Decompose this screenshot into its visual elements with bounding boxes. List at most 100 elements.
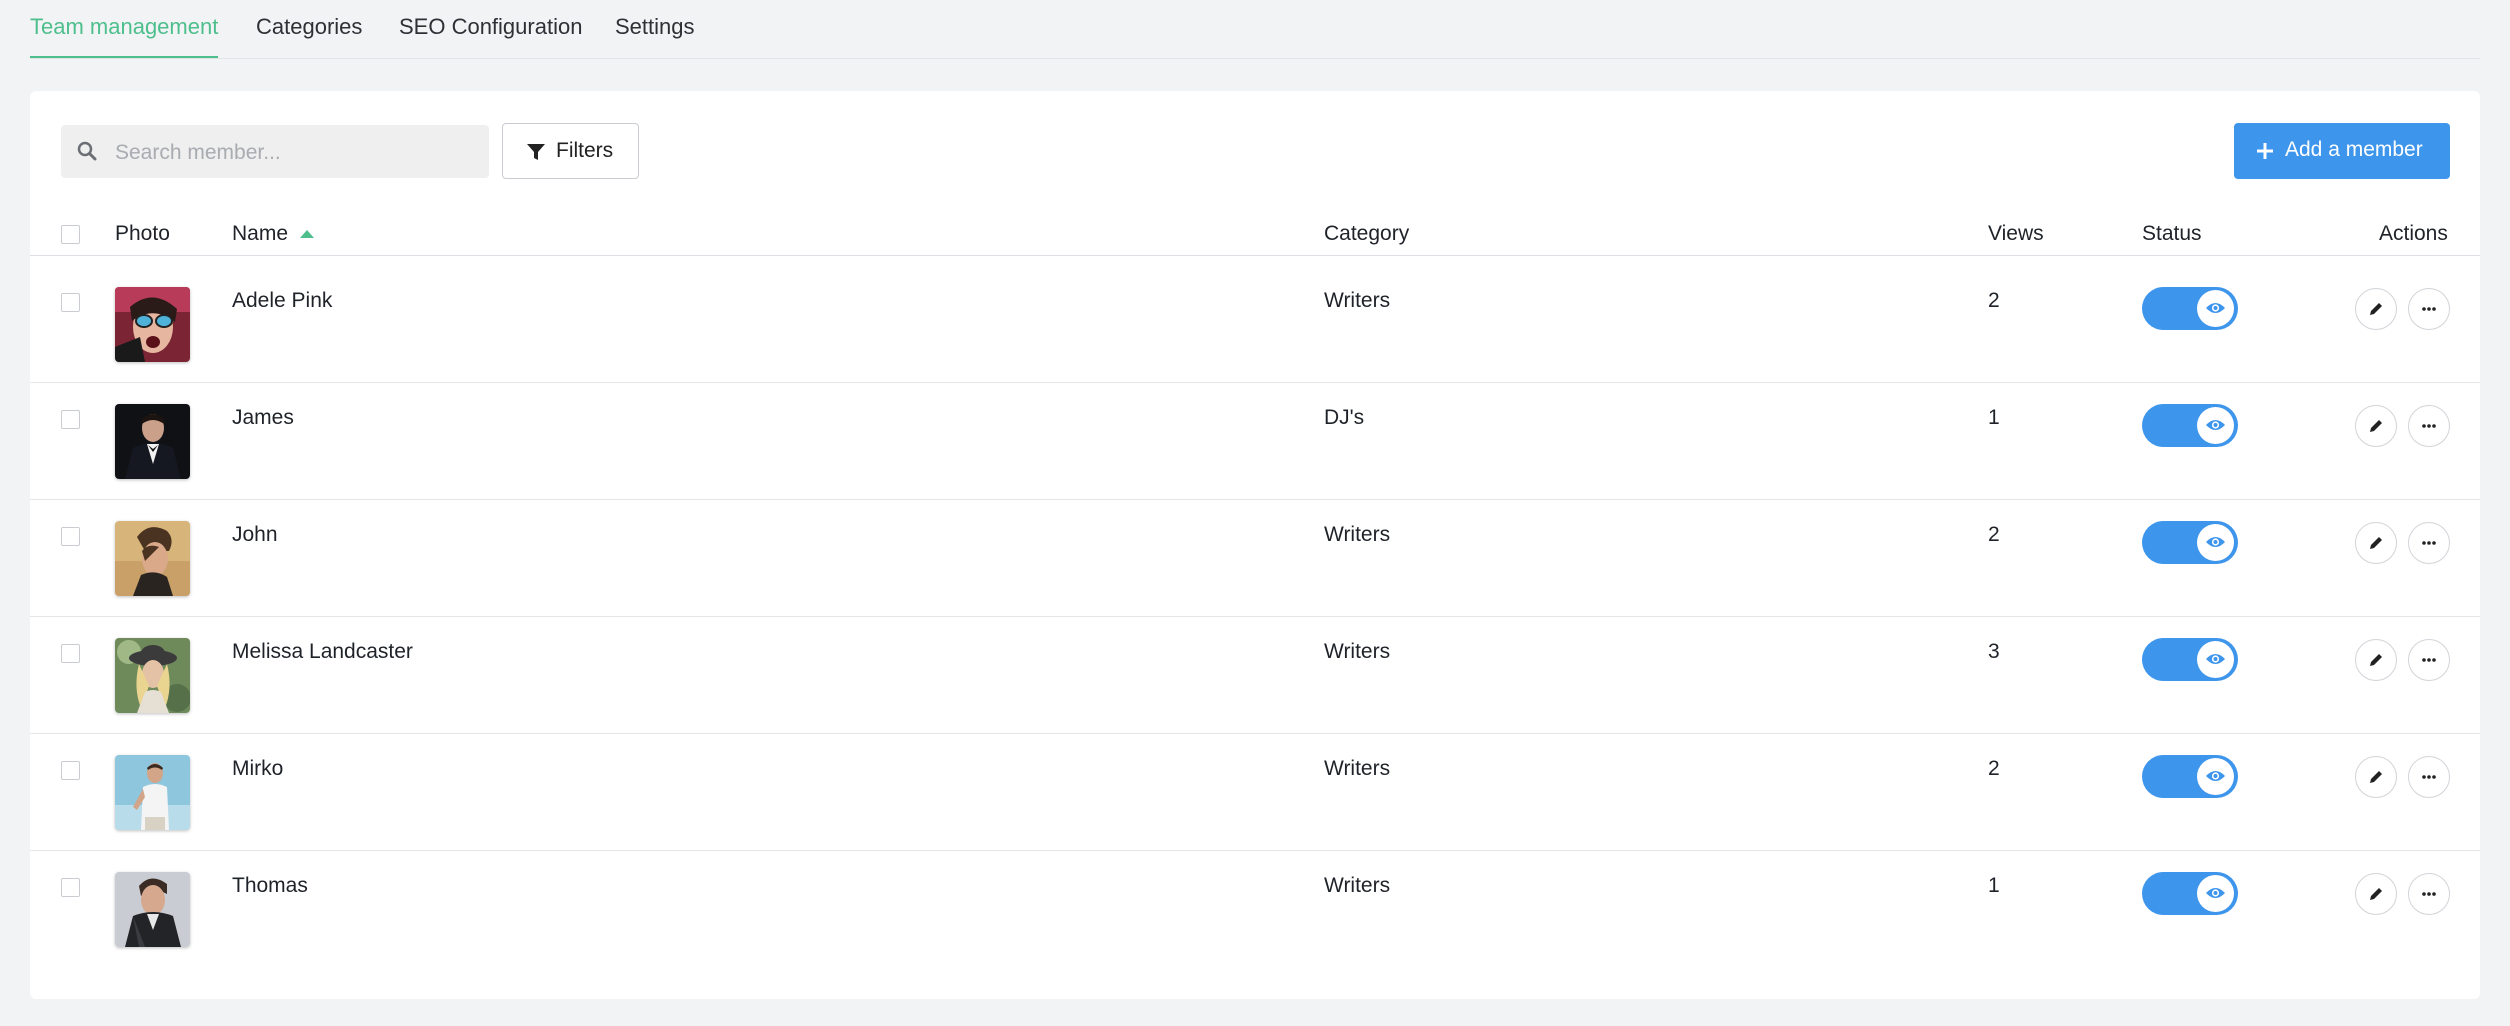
search-box xyxy=(61,125,489,180)
header-views: Views xyxy=(1988,222,2044,245)
avatar xyxy=(115,404,190,479)
ellipsis-icon xyxy=(2422,658,2436,662)
more-options-button[interactable] xyxy=(2408,756,2450,798)
eye-icon xyxy=(2206,771,2225,781)
search-input[interactable] xyxy=(113,125,477,180)
more-options-button[interactable] xyxy=(2408,288,2450,330)
edit-button[interactable] xyxy=(2355,639,2397,681)
status-toggle[interactable] xyxy=(2142,521,2238,564)
toggle-knob xyxy=(2197,407,2234,444)
plus-icon xyxy=(2257,143,2273,159)
member-name: Thomas xyxy=(232,874,308,897)
status-toggle[interactable] xyxy=(2142,404,2238,447)
more-options-button[interactable] xyxy=(2408,873,2450,915)
avatar xyxy=(115,521,190,596)
row-checkbox[interactable] xyxy=(61,527,80,546)
add-member-label: Add a member xyxy=(2285,138,2423,161)
member-name: Melissa Landcaster xyxy=(232,640,413,663)
header-name[interactable]: Name xyxy=(232,222,288,246)
row-checkbox[interactable] xyxy=(61,293,80,312)
tab-settings[interactable]: Settings xyxy=(615,14,695,58)
member-views: 1 xyxy=(1988,406,2000,429)
tab-categories[interactable]: Categories xyxy=(256,14,362,58)
member-name: John xyxy=(232,523,278,546)
table-row: Thomas Writers 1 xyxy=(30,850,2480,967)
edit-button[interactable] xyxy=(2355,522,2397,564)
select-all-checkbox[interactable] xyxy=(61,225,80,244)
filters-label: Filters xyxy=(556,139,614,162)
add-member-button[interactable]: Add a member xyxy=(2234,123,2450,179)
avatar xyxy=(115,638,190,713)
filter-icon xyxy=(527,144,545,160)
header-category: Category xyxy=(1324,222,1410,245)
status-toggle[interactable] xyxy=(2142,872,2238,915)
member-category: Writers xyxy=(1324,874,1391,897)
toggle-knob xyxy=(2197,524,2234,561)
toggle-knob xyxy=(2197,641,2234,678)
team-card: Filters Add a member Photo Name Category… xyxy=(30,91,2480,999)
ellipsis-icon xyxy=(2422,775,2436,779)
edit-button[interactable] xyxy=(2355,405,2397,447)
more-options-button[interactable] xyxy=(2408,639,2450,681)
eye-icon xyxy=(2206,654,2225,664)
header-photo: Photo xyxy=(115,222,170,245)
eye-icon xyxy=(2206,537,2225,547)
status-toggle[interactable] xyxy=(2142,287,2238,330)
table-row: Mirko Writers 2 xyxy=(30,733,2480,851)
ellipsis-icon xyxy=(2422,307,2436,311)
avatar xyxy=(115,287,190,362)
edit-button[interactable] xyxy=(2355,873,2397,915)
toggle-knob xyxy=(2197,290,2234,327)
pencil-icon xyxy=(2370,303,2382,315)
member-name: Adele Pink xyxy=(232,289,333,312)
edit-button[interactable] xyxy=(2355,756,2397,798)
member-category: Writers xyxy=(1324,757,1391,780)
table-row: Adele Pink Writers 2 xyxy=(30,265,2480,383)
table-row: Melissa Landcaster Writers 3 xyxy=(30,616,2480,734)
toggle-knob xyxy=(2197,758,2234,795)
member-views: 2 xyxy=(1988,523,2000,546)
member-category: Writers xyxy=(1324,523,1391,546)
member-views: 2 xyxy=(1988,757,2000,780)
ellipsis-icon xyxy=(2422,424,2436,428)
table-row: John Writers 2 xyxy=(30,499,2480,617)
ellipsis-icon xyxy=(2422,541,2436,545)
filters-button[interactable]: Filters xyxy=(502,123,639,179)
row-checkbox[interactable] xyxy=(61,410,80,429)
table-header: Photo Name Category Views Status Actions xyxy=(30,212,2480,256)
table-row: James DJ's 1 xyxy=(30,382,2480,500)
member-name: Mirko xyxy=(232,757,284,780)
member-views: 2 xyxy=(1988,289,2000,312)
member-views: 3 xyxy=(1988,640,2000,663)
pencil-icon xyxy=(2370,771,2382,783)
eye-icon xyxy=(2206,303,2225,313)
more-options-button[interactable] xyxy=(2408,522,2450,564)
header-status: Status xyxy=(2142,222,2202,245)
row-checkbox[interactable] xyxy=(61,878,80,897)
status-toggle[interactable] xyxy=(2142,638,2238,681)
row-checkbox[interactable] xyxy=(61,761,80,780)
header-actions: Actions xyxy=(2379,222,2448,245)
avatar xyxy=(115,755,190,830)
sort-asc-icon[interactable] xyxy=(300,230,314,238)
pencil-icon xyxy=(2370,654,2382,666)
tab-team-management[interactable]: Team management xyxy=(30,14,219,58)
member-category: DJ's xyxy=(1324,406,1365,429)
toggle-knob xyxy=(2197,875,2234,912)
eye-icon xyxy=(2206,888,2225,898)
tab-bar: Team management Categories SEO Configura… xyxy=(30,0,2480,59)
member-category: Writers xyxy=(1324,640,1391,663)
eye-icon xyxy=(2206,420,2225,430)
pencil-icon xyxy=(2370,888,2382,900)
pencil-icon xyxy=(2370,537,2382,549)
member-name: James xyxy=(232,406,294,429)
avatar xyxy=(115,872,190,947)
status-toggle[interactable] xyxy=(2142,755,2238,798)
search-icon xyxy=(77,141,97,161)
edit-button[interactable] xyxy=(2355,288,2397,330)
more-options-button[interactable] xyxy=(2408,405,2450,447)
row-checkbox[interactable] xyxy=(61,644,80,663)
pencil-icon xyxy=(2370,420,2382,432)
tab-seo-configuration[interactable]: SEO Configuration xyxy=(399,14,582,58)
member-category: Writers xyxy=(1324,289,1391,312)
